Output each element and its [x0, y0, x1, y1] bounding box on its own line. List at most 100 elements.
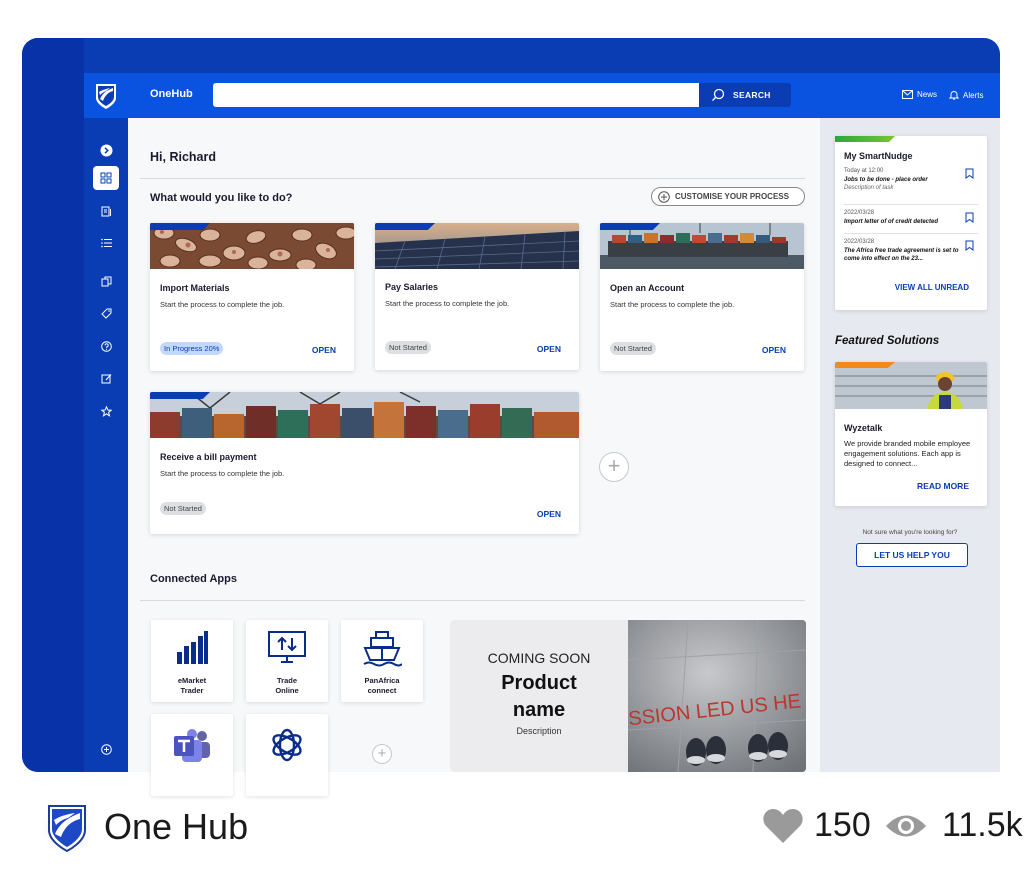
- mail-icon: [902, 90, 913, 99]
- bookmark-icon[interactable]: [965, 240, 974, 251]
- nudge-item[interactable]: Today at 12:00 Jobs to be done - place o…: [844, 167, 960, 193]
- nav-add[interactable]: [93, 737, 119, 761]
- card-title: Import Materials: [160, 283, 230, 293]
- connected-apps-title: Connected Apps: [150, 573, 237, 585]
- card-ribbon: [150, 223, 210, 230]
- pavement-photo: SSION LED US HE: [628, 620, 806, 772]
- card-ribbon: [150, 392, 210, 399]
- port-image: [150, 392, 579, 438]
- card-title: Receive a bill payment: [160, 452, 257, 462]
- nudge-item[interactable]: 2022/03/28 Import letter of of credit de…: [844, 209, 960, 226]
- documents-icon: [101, 206, 111, 216]
- task-card-bill-payment[interactable]: Receive a bill payment Start the process…: [150, 392, 579, 534]
- app-tile-openai[interactable]: [246, 714, 328, 796]
- nudge-accent: [835, 136, 895, 142]
- app-tile-panafrica-connect[interactable]: PanAfrica connect: [341, 620, 423, 702]
- bookmark-icon[interactable]: [965, 212, 974, 223]
- app-tile-emarket-trader[interactable]: eMarket Trader: [151, 620, 233, 702]
- nav-favourites[interactable]: [93, 399, 119, 423]
- bank-logo-icon[interactable]: [94, 82, 118, 110]
- nav-copy[interactable]: [93, 269, 119, 293]
- bank-logo-icon: [40, 800, 94, 854]
- nudge-item[interactable]: 2022/03/28 The Africa free trade agreeme…: [844, 238, 960, 264]
- tag-icon: [100, 308, 111, 319]
- featured-name: Wyzetalk: [844, 423, 883, 433]
- heart-icon: [763, 808, 803, 843]
- read-more-link[interactable]: READ MORE: [917, 481, 969, 491]
- app-label: PanAfrica connect: [364, 676, 400, 695]
- search-button[interactable]: SEARCH: [699, 83, 791, 107]
- card-ribbon: [600, 223, 660, 230]
- status-badge: Not Started: [610, 342, 656, 355]
- beans-image: [150, 223, 354, 269]
- smartnudge-card: My SmartNudge Today at 12:00 Jobs to be …: [835, 136, 987, 310]
- nav-help[interactable]: [93, 334, 119, 358]
- featured-card[interactable]: Wyzetalk We provide branded mobile emplo…: [835, 362, 987, 506]
- app-label: eMarket Trader: [177, 676, 207, 695]
- product-description: Description: [516, 726, 562, 736]
- help-icon: [100, 340, 112, 352]
- nav-expand[interactable]: [93, 138, 119, 162]
- views-count[interactable]: 11.5k: [884, 806, 1023, 845]
- add-circle-icon: [658, 190, 670, 203]
- featured-description: We provide branded mobile employee engag…: [844, 439, 971, 468]
- likes-count[interactable]: 150: [762, 806, 871, 845]
- openai-icon: [272, 728, 302, 762]
- app-brand[interactable]: OneHub: [150, 88, 193, 100]
- nav-edit[interactable]: [93, 366, 119, 390]
- customise-label: CUSTOMISE YOUR PROCESS: [675, 192, 789, 201]
- container-ship-image: [600, 223, 804, 269]
- bookmark-icon[interactable]: [965, 168, 974, 179]
- featured-image: [835, 362, 987, 409]
- view-all-unread-link[interactable]: VIEW ALL UNREAD: [895, 283, 969, 292]
- alerts-label: Alerts: [963, 90, 984, 100]
- sidebar-nav: [84, 118, 128, 772]
- main-content: Hi, Richard What would you like to do? C…: [128, 118, 820, 796]
- promo-text-panel: COMING SOON Product name Description: [450, 620, 628, 772]
- port-containers-illustration: [150, 392, 579, 438]
- search-input[interactable]: [213, 83, 700, 107]
- bell-icon: [949, 91, 959, 100]
- let-us-help-button[interactable]: LET US HELP YOU: [856, 543, 968, 567]
- right-panel: My SmartNudge Today at 12:00 Jobs to be …: [820, 118, 1000, 772]
- list-icon: [100, 238, 112, 248]
- add-task-button[interactable]: +: [599, 452, 629, 482]
- nav-tags[interactable]: [93, 301, 119, 325]
- teams-icon: [174, 729, 210, 762]
- copy-icon: [101, 276, 111, 286]
- search-icon: [712, 88, 725, 101]
- nav-dashboard[interactable]: [93, 166, 119, 190]
- task-card-import[interactable]: Import Materials Start the process to co…: [150, 223, 354, 371]
- featured-ribbon: [835, 362, 895, 368]
- window-left-edge: [22, 38, 84, 772]
- app-label: Trade Online: [275, 676, 299, 695]
- card-subtitle: Start the process to complete the job.: [160, 300, 285, 309]
- alerts-link[interactable]: Alerts: [949, 90, 983, 100]
- card-title: Open an Account: [610, 283, 685, 293]
- task-card-salaries[interactable]: Pay Salaries Start the process to comple…: [375, 223, 579, 370]
- customise-button[interactable]: CUSTOMISE YOUR PROCESS: [651, 187, 805, 206]
- add-icon: [100, 743, 112, 755]
- task-card-account[interactable]: Open an Account Start the process to com…: [600, 223, 804, 371]
- bar-chart-icon: [177, 631, 208, 664]
- open-button[interactable]: OPEN: [762, 345, 786, 355]
- app-tile-teams[interactable]: [151, 714, 233, 796]
- card-title: Pay Salaries: [385, 282, 439, 292]
- status-badge: Not Started: [385, 341, 431, 354]
- app-tile-trade-online[interactable]: Trade Online: [246, 620, 328, 702]
- status-badge: In Progress 20%: [160, 342, 224, 355]
- divider: [140, 600, 805, 601]
- card-subtitle: Start the process to complete the job.: [160, 469, 285, 478]
- news-link[interactable]: News: [902, 90, 937, 99]
- nav-list[interactable]: [93, 231, 119, 255]
- promo-photo: SSION LED US HE: [628, 620, 806, 772]
- featured-title: Featured Solutions: [835, 335, 940, 347]
- coming-soon-banner[interactable]: COMING SOON Product name Description SSIO…: [450, 620, 806, 772]
- divider: [140, 178, 805, 179]
- open-button[interactable]: OPEN: [312, 345, 336, 355]
- open-button[interactable]: OPEN: [537, 509, 561, 519]
- open-button[interactable]: OPEN: [537, 344, 561, 354]
- add-app-button[interactable]: +: [372, 744, 392, 764]
- nav-documents[interactable]: [93, 199, 119, 223]
- help-note: Not sure what you're looking for?: [862, 529, 958, 536]
